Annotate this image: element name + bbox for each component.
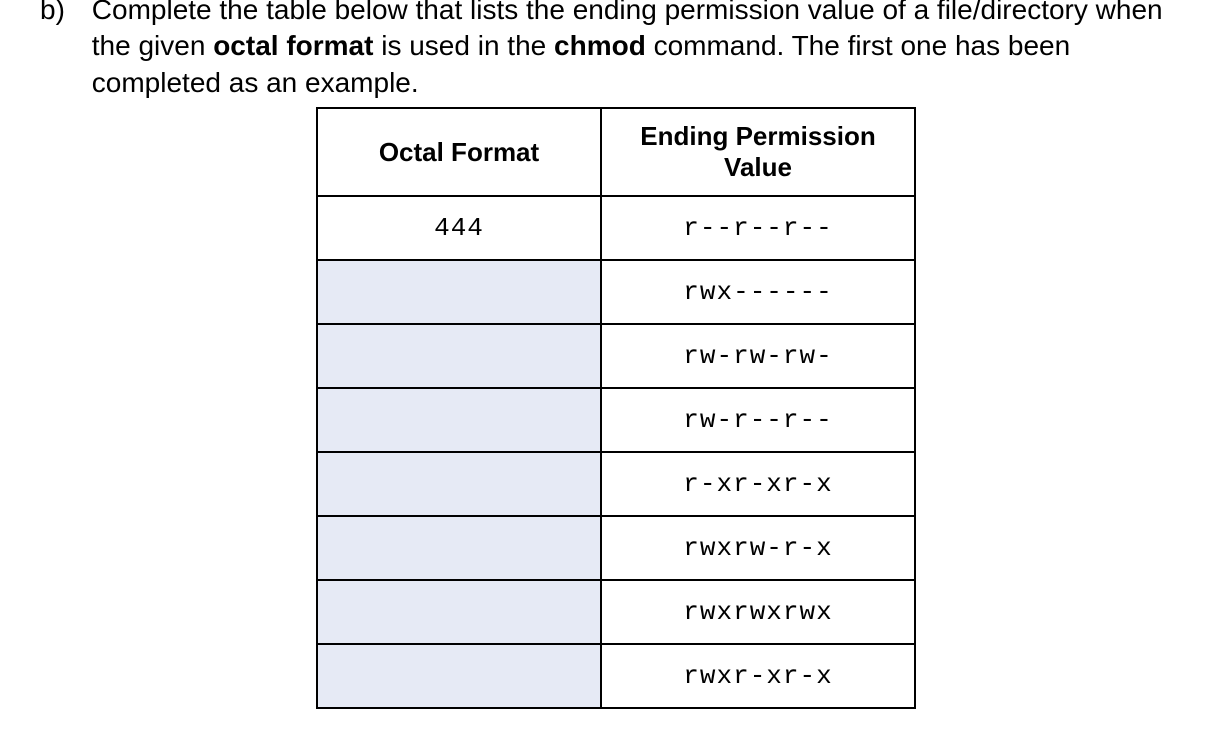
octal-cell-blank[interactable] xyxy=(317,452,601,516)
table-row: rwxrw-r-x xyxy=(317,516,915,580)
table-row: 444 r--r--r-- xyxy=(317,196,915,260)
question-text: b) Complete the table below that lists t… xyxy=(40,0,1192,101)
question-body: Complete the table below that lists the … xyxy=(92,0,1182,101)
q-bold-2: chmod xyxy=(554,30,646,61)
perm-cell: rw-rw-rw- xyxy=(601,324,915,388)
perm-cell: rwxr-xr-x xyxy=(601,644,915,708)
table-row: rwxrwxrwx xyxy=(317,580,915,644)
table-header-row: Octal Format Ending Permission Value xyxy=(317,108,915,196)
perm-cell: rw-r--r-- xyxy=(601,388,915,452)
octal-cell-blank[interactable] xyxy=(317,644,601,708)
perm-cell: rwxrwxrwx xyxy=(601,580,915,644)
octal-cell: 444 xyxy=(317,196,601,260)
octal-cell-blank[interactable] xyxy=(317,260,601,324)
octal-cell-blank[interactable] xyxy=(317,388,601,452)
header-perm: Ending Permission Value xyxy=(601,108,915,196)
perm-cell: rwxrw-r-x xyxy=(601,516,915,580)
header-octal: Octal Format xyxy=(317,108,601,196)
table-row: rwx------ xyxy=(317,260,915,324)
table-row: rw-r--r-- xyxy=(317,388,915,452)
permissions-table: Octal Format Ending Permission Value 444… xyxy=(316,107,916,709)
q-bold-1: octal format xyxy=(213,30,373,61)
table-body: 444 r--r--r-- rwx------ rw-rw-rw- rw-r--… xyxy=(317,196,915,708)
q-text-2: is used in the xyxy=(373,30,554,61)
octal-cell-blank[interactable] xyxy=(317,324,601,388)
page: b) Complete the table below that lists t… xyxy=(0,0,1232,742)
question-marker: b) xyxy=(40,0,84,28)
table-row: rwxr-xr-x xyxy=(317,644,915,708)
perm-cell: rwx------ xyxy=(601,260,915,324)
table-row: r-xr-xr-x xyxy=(317,452,915,516)
perm-cell: r--r--r-- xyxy=(601,196,915,260)
perm-cell: r-xr-xr-x xyxy=(601,452,915,516)
table-row: rw-rw-rw- xyxy=(317,324,915,388)
octal-cell-blank[interactable] xyxy=(317,516,601,580)
octal-cell-blank[interactable] xyxy=(317,580,601,644)
